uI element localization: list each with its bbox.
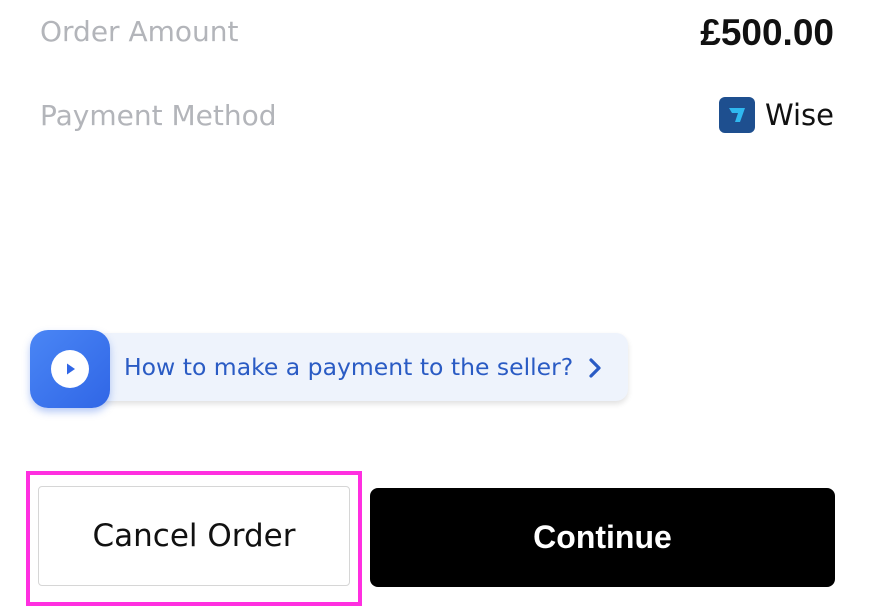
- cancel-order-button[interactable]: Cancel Order: [38, 486, 350, 586]
- payment-help-text: How to make a payment to the seller?: [124, 353, 574, 381]
- chevron-right-icon: [588, 357, 602, 383]
- order-amount-label: Order Amount: [40, 15, 239, 48]
- order-amount-value: £500.00: [700, 12, 834, 53]
- payment-method-label: Payment Method: [40, 99, 277, 132]
- payment-method-value: Wise: [718, 95, 834, 135]
- video-tile: [30, 330, 110, 408]
- payment-method-name: Wise: [764, 98, 834, 132]
- payment-help-banner[interactable]: How to make a payment to the seller?: [30, 330, 628, 408]
- play-icon: [51, 350, 89, 388]
- order-payment-screen: Order Amount £500.00 Payment Method Wise…: [0, 0, 876, 613]
- wise-logo-icon: [718, 97, 755, 133]
- continue-button[interactable]: Continue: [370, 488, 835, 587]
